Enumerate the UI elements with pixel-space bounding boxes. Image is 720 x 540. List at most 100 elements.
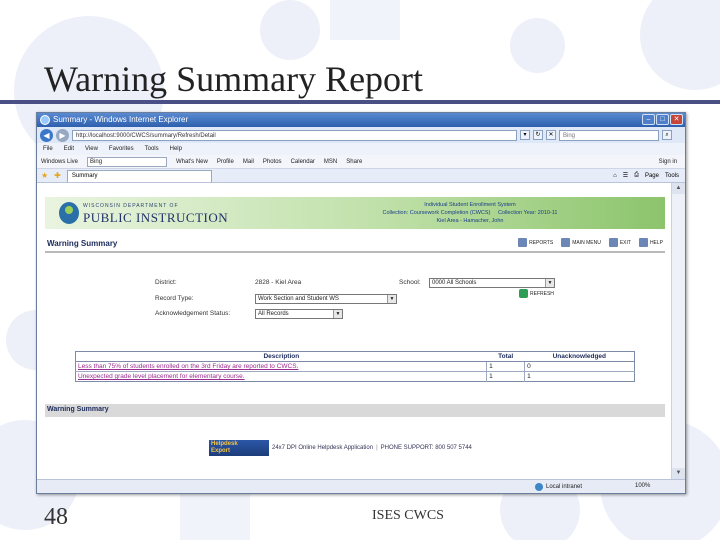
favorites-star-icon[interactable]: ★ <box>41 171 48 180</box>
menu-view[interactable]: View <box>85 143 98 155</box>
school-select[interactable]: 0000 All Schools ▼ <box>429 278 555 288</box>
warning-description-link[interactable]: Unexpected grade level placement for ele… <box>75 371 487 382</box>
chevron-down-icon: ▼ <box>333 310 342 318</box>
col-total: Total <box>486 351 525 362</box>
browser-tab[interactable]: Summary <box>66 169 212 182</box>
warning-total: 1 <box>486 361 525 372</box>
menu-bar: File Edit View Favorites Tools Help <box>37 143 685 155</box>
link-photos[interactable]: Photos <box>263 159 282 165</box>
exit-label: EXIT <box>619 239 631 246</box>
menu-favorites[interactable]: Favorites <box>109 143 134 155</box>
record-type-select[interactable]: Work Section and Student WS ▼ <box>255 294 397 304</box>
menu-file[interactable]: File <box>43 143 53 155</box>
menu-tools[interactable]: Tools <box>145 143 159 155</box>
warning-description-link[interactable]: Less than 75% of students enrolled on th… <box>75 361 487 372</box>
helpdesk-logo-line2: Export <box>211 448 231 454</box>
separator: | <box>376 445 378 451</box>
window-title: Summary - Windows Internet Explorer <box>53 115 189 124</box>
scroll-down-icon[interactable]: ▼ <box>672 468 685 479</box>
sign-in-link[interactable]: Sign in <box>659 159 677 165</box>
ack-status-value: All Records <box>258 311 289 317</box>
link-whats-new[interactable]: What's New <box>176 159 208 165</box>
helpdesk-logo[interactable]: Helpdesk Export <box>209 440 269 456</box>
bg-square <box>330 0 400 40</box>
ie-icon <box>40 115 50 125</box>
minimize-button[interactable]: – <box>642 114 655 125</box>
warning-total: 1 <box>486 371 525 382</box>
link-calendar[interactable]: Calendar <box>291 159 315 165</box>
add-favorites-icon[interactable]: ✚ <box>54 171 61 180</box>
reports-button[interactable]: REPORTS <box>518 238 553 247</box>
home-icon[interactable]: ⌂ <box>613 173 617 179</box>
menu-help[interactable]: Help <box>170 143 182 155</box>
ack-status-select[interactable]: All Records ▼ <box>255 309 343 319</box>
refresh-button[interactable]: REFRESH <box>519 289 554 298</box>
page-menu[interactable]: Page <box>645 173 659 179</box>
link-profile[interactable]: Profile <box>217 159 234 165</box>
district-value: 2828 - Kiel Area <box>255 279 302 286</box>
warning-summary-table: Description Total Unacknowledged Less th… <box>75 351 635 382</box>
table-row: Less than 75% of students enrolled on th… <box>75 361 635 372</box>
page-header: Warning Summary REPORTS MAIN MENU EXIT H… <box>45 235 665 253</box>
exit-icon <box>608 238 618 247</box>
status-bar: Local intranet 100% <box>37 479 685 493</box>
windows-live-search[interactable]: Bing <box>87 156 168 167</box>
warning-unacknowledged: 0 <box>524 361 635 372</box>
browser-window: Summary - Windows Internet Explorer – □ … <box>36 112 686 494</box>
main-menu-icon <box>561 238 571 247</box>
helpdesk-logo-line1: Helpdesk <box>211 441 238 447</box>
link-share[interactable]: Share <box>346 159 362 165</box>
menu-edit[interactable]: Edit <box>64 143 74 155</box>
security-zone-label: Local intranet <box>546 484 583 490</box>
chevron-down-icon: ▼ <box>545 279 554 287</box>
dpi-logo-icon <box>59 202 79 224</box>
school-select-value: 0000 All Schools <box>432 280 477 286</box>
link-msn[interactable]: MSN <box>324 159 337 165</box>
search-icon[interactable]: ⌕ <box>662 130 672 140</box>
maximize-button[interactable]: □ <box>656 114 669 125</box>
slide-number: 48 <box>44 504 68 530</box>
help-icon <box>638 238 648 247</box>
url-input[interactable]: http://localhost:9000/CWCS/summary/Refre… <box>72 129 517 141</box>
summary-footer-bar: Warning Summary <box>45 404 665 417</box>
record-type-label: Record Type: <box>155 295 194 302</box>
back-button[interactable]: ◀ <box>40 128 53 142</box>
summary-footer-title: Warning Summary <box>47 406 109 413</box>
slide-footer: ISES CWCS <box>372 508 444 523</box>
main-menu-button[interactable]: MAIN MENU <box>561 238 601 247</box>
links-bar: Windows Live Bing What's New Profile Mai… <box>37 155 685 169</box>
logo-title: PUBLIC INSTRUCTION <box>83 210 229 225</box>
col-unacknowledged: Unacknowledged <box>524 351 635 362</box>
bg-circle <box>640 0 720 90</box>
vertical-scrollbar[interactable]: ▲ ▼ <box>671 183 685 479</box>
url-dropdown-icon[interactable]: ▾ <box>520 130 530 140</box>
search-input[interactable]: Bing <box>559 129 659 141</box>
favorites-bar: ★ ✚ Summary ⌂ ☰ ⎙ Page Tools <box>37 169 685 183</box>
logo-subtitle: WISCONSIN DEPARTMENT OF <box>83 203 179 209</box>
helpdesk-app-link[interactable]: 24x7 DPI Online Helpdesk Application <box>272 445 373 451</box>
security-zone[interactable]: Local intranet <box>535 483 582 491</box>
forward-button[interactable]: ▶ <box>56 128 69 142</box>
zoom-level[interactable]: 100% <box>635 483 650 489</box>
stop-icon[interactable]: ✕ <box>546 130 556 140</box>
link-mail[interactable]: Mail <box>243 159 254 165</box>
scroll-up-icon[interactable]: ▲ <box>672 183 685 194</box>
tools-menu[interactable]: Tools <box>665 173 679 179</box>
filter-form: District: 2828 - Kiel Area School: 0000 … <box>45 273 665 333</box>
exit-button[interactable]: EXIT <box>608 238 631 247</box>
phone-support: PHONE SUPPORT: 800 507 5744 <box>380 445 472 451</box>
header-actions: REPORTS MAIN MENU EXIT HELP <box>518 238 663 247</box>
dpi-banner: WISCONSIN DEPARTMENT OF PUBLIC INSTRUCTI… <box>45 197 665 229</box>
help-label: HELP <box>649 239 663 246</box>
print-icon[interactable]: ⎙ <box>634 172 639 179</box>
help-button[interactable]: HELP <box>638 238 663 247</box>
col-description: Description <box>75 351 487 362</box>
main-menu-label: MAIN MENU <box>572 239 601 246</box>
title-rule <box>0 100 720 104</box>
feeds-icon[interactable]: ☰ <box>623 172 628 179</box>
window-controls: – □ ✕ <box>642 114 683 125</box>
chevron-down-icon: ▼ <box>387 295 396 303</box>
refresh-page-icon[interactable]: ↻ <box>533 130 543 140</box>
close-button[interactable]: ✕ <box>670 114 683 125</box>
window-titlebar[interactable]: Summary - Windows Internet Explorer – □ … <box>37 113 685 127</box>
